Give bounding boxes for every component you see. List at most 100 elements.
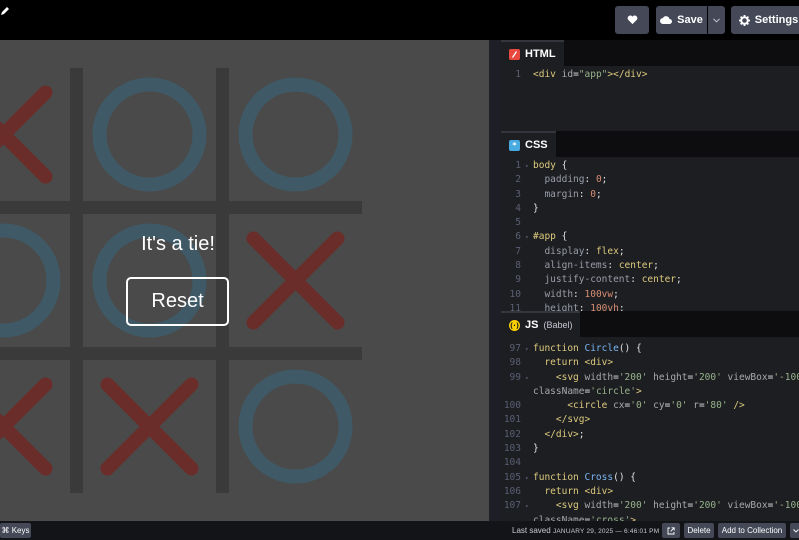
code-line[interactable]: 106 return <div> (501, 485, 799, 499)
open-external-button[interactable] (662, 523, 680, 538)
html-code[interactable]: 1 <div id="app"></div> (501, 66, 799, 82)
line-number: 11 (509, 302, 521, 311)
keys-button[interactable]: ⌘ Keys (0, 523, 31, 538)
code-line[interactable]: 11 height: 100vh; (501, 302, 799, 311)
board-cell[interactable] (229, 360, 362, 493)
tab-js[interactable]: (·) JS (Babel) (501, 311, 581, 337)
code-token: <div> (584, 357, 614, 369)
svg-text:(·): (·) (510, 322, 519, 330)
save-label: Save (677, 14, 703, 26)
code-token: '0' (630, 400, 654, 412)
more-options-button[interactable] (790, 523, 799, 538)
code-line[interactable]: 4 } (501, 202, 799, 216)
heart-button[interactable] (615, 6, 649, 34)
code-line[interactable]: 101 </svg> (501, 413, 799, 427)
fold-icon[interactable]: ▾ (525, 343, 529, 357)
board-cell[interactable] (0, 214, 70, 347)
code-line[interactable]: 2 padding: 0; (501, 173, 799, 187)
code-line[interactable]: 104 (501, 456, 799, 470)
board-cell[interactable] (229, 214, 362, 347)
board-cell[interactable] (83, 68, 216, 201)
code-line[interactable]: 7 display: flex; (501, 245, 799, 259)
code-line[interactable]: 10 width: 100vw; (501, 288, 799, 302)
code-token: /> (733, 400, 745, 412)
reset-button[interactable]: Reset (126, 277, 229, 326)
code-line[interactable]: 6 ▾ #app { (501, 230, 799, 244)
code-token: viewBox (727, 371, 768, 383)
code-line[interactable]: 100 <circle cx='0' cy='0' r='80' /> (501, 399, 799, 413)
line-number: 9 (515, 274, 521, 286)
pencil-icon[interactable] (0, 6, 10, 18)
html-editor: HTML 1 <div id="app"></div> (501, 40, 799, 131)
code-token: #app (533, 231, 556, 243)
code-line[interactable]: 97 ▾ function Circle() { (501, 342, 799, 356)
line-number: 104 (503, 457, 521, 469)
fold-icon[interactable]: ▾ (525, 372, 529, 386)
board-cell[interactable] (0, 360, 70, 493)
board-cell[interactable] (83, 360, 216, 493)
code-token: viewBox (727, 500, 768, 512)
line-number: 99 (509, 371, 521, 383)
code-token: '200' (618, 371, 654, 383)
code-token: <svg (533, 371, 585, 383)
delete-button[interactable]: Delete (684, 523, 714, 538)
save-dropdown-button[interactable] (708, 6, 725, 34)
code-token: ; (618, 245, 625, 257)
code-line[interactable]: 107 ▾ <svg width='200' height='200' viewB… (501, 499, 799, 513)
code-token: : (630, 274, 642, 286)
fold-icon[interactable]: ▾ (525, 231, 529, 245)
code-token: ; (618, 302, 625, 311)
code-token: <circle (533, 400, 614, 412)
line-number: 4 (515, 202, 521, 214)
line-number: 100 (503, 400, 521, 412)
code-token: { (555, 231, 568, 243)
tab-html[interactable]: HTML (501, 40, 564, 66)
code-token: function (533, 343, 585, 354)
cloud-icon (660, 16, 673, 24)
code-token: '-100 (773, 371, 799, 383)
line-number: 7 (515, 245, 521, 257)
fold-icon[interactable]: ▾ (525, 472, 529, 486)
code-line[interactable]: 8 align-items: center; (501, 259, 799, 273)
code-line[interactable]: 1 ▾ body { (501, 159, 799, 173)
board-cell[interactable] (0, 68, 70, 201)
code-line[interactable]: 102 </div>; (501, 428, 799, 442)
code-line[interactable]: 98 return <div> (501, 356, 799, 370)
save-button[interactable]: Save (656, 6, 707, 34)
js-editor-header: (·) JS (Babel) (501, 311, 799, 337)
js-editor-title: JS (525, 319, 539, 331)
pane-splitter[interactable] (489, 40, 501, 521)
settings-button[interactable]: Settings (731, 6, 799, 34)
code-token: '-100 (773, 500, 799, 512)
js-code[interactable]: 97 ▾ function Circle() {98 return <div> 99 ▾… (501, 337, 799, 521)
code-token: ></div> (607, 69, 648, 80)
code-line[interactable]: 1 <div id="app"></div> (501, 68, 799, 82)
css-code[interactable]: 1 ▾ body {2 padding: 0; 3 margin: 0; 4 } 5 6 ▾… (501, 157, 799, 311)
tab-css[interactable]: * CSS (501, 131, 556, 157)
code-line[interactable]: 103 } (501, 442, 799, 456)
code-token: : (607, 260, 619, 272)
code-token: height (653, 371, 688, 383)
code-line[interactable]: 105 ▾ function Cross() { (501, 471, 799, 485)
code-line[interactable]: 9 justify-content: center; (501, 273, 799, 287)
add-to-collection-button[interactable]: Add to Collection (718, 523, 786, 538)
code-line[interactable]: 5 (501, 216, 799, 230)
code-token: ; (676, 274, 682, 286)
code-line[interactable]: 3 margin: 0; (501, 188, 799, 202)
footer-bar: ⌘ Keys Last saved JANUARY 29, 2025 — 6:4… (0, 521, 799, 540)
code-line[interactable]: className='cross'> (501, 514, 799, 521)
code-line[interactable]: 99 ▾ <svg width='200' height='200' viewBo… (501, 371, 799, 385)
code-token: '80' (704, 400, 734, 412)
code-token: } (533, 202, 539, 214)
fold-icon[interactable]: ▾ (525, 500, 529, 514)
code-line[interactable]: className='circle'> (501, 385, 799, 399)
code-token: ; (578, 428, 585, 440)
chevron-down-icon (793, 528, 799, 533)
css-editor: * CSS 1 ▾ body {2 padding: 0; 3 margin: 0; 4… (501, 131, 799, 311)
fold-icon[interactable]: ▾ (525, 160, 529, 174)
board-cell[interactable] (229, 68, 362, 201)
code-token: : (584, 174, 596, 186)
